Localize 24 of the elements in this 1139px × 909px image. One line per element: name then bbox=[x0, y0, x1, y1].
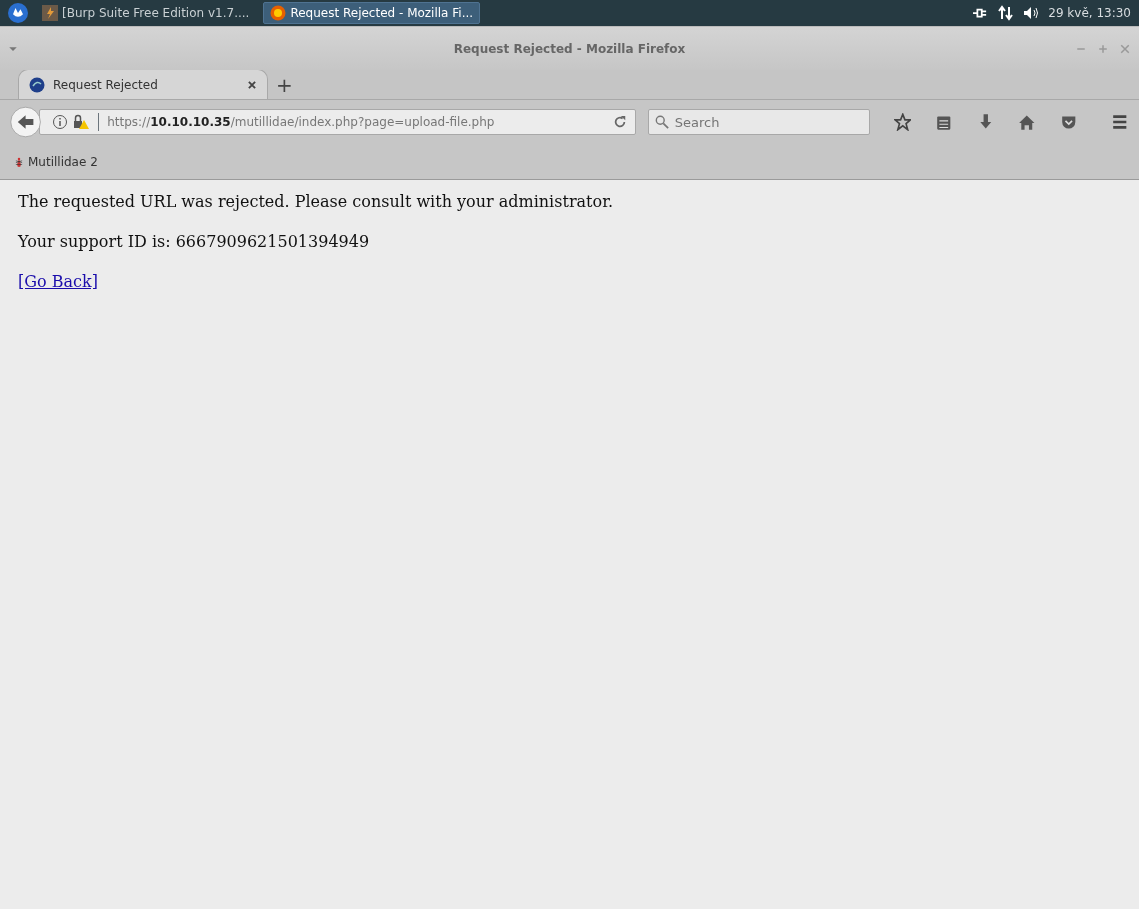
close-icon[interactable] bbox=[247, 79, 257, 90]
go-back-link[interactable]: [Go Back] bbox=[18, 272, 98, 291]
bookmark-item[interactable]: Mutillidae 2 bbox=[14, 152, 98, 171]
search-icon bbox=[654, 115, 669, 129]
lock-warning-icon[interactable] bbox=[72, 114, 91, 130]
reload-icon[interactable] bbox=[612, 115, 627, 129]
url-text: https://10.10.10.35/mutillidae/index.php?page=upload-file.php bbox=[98, 113, 601, 131]
browser-tab[interactable]: Request Rejected bbox=[18, 69, 268, 99]
new-tab-button[interactable]: + bbox=[276, 69, 293, 100]
tab-title: Request Rejected bbox=[53, 76, 159, 94]
paragraph: The requested URL was rejected. Please consult with your administrator. bbox=[18, 191, 615, 213]
window-title: Request Rejected - Mozilla Firefox bbox=[453, 40, 686, 58]
network-icon bbox=[998, 5, 1015, 21]
clock: 29 kvě, 13:30 bbox=[1048, 5, 1131, 22]
search-field[interactable]: Search bbox=[647, 109, 870, 135]
info-icon[interactable] bbox=[52, 114, 69, 130]
taskbar-button[interactable]: Request Rejected - Mozilla Fi... bbox=[263, 2, 481, 24]
back-button[interactable] bbox=[10, 106, 42, 138]
bookmark-star-icon[interactable] bbox=[893, 113, 912, 131]
home-icon[interactable] bbox=[1018, 113, 1036, 131]
volume-icon bbox=[1022, 5, 1041, 21]
taskbar-button[interactable]: [Burp Suite Free Edition v1.7.... bbox=[36, 2, 256, 24]
address-bar[interactable]: https://10.10.10.35/mutillidae/index.php?page=upload-file.php bbox=[39, 109, 636, 135]
paragraph: Your support ID is: 6667909621501394949 bbox=[18, 231, 371, 253]
